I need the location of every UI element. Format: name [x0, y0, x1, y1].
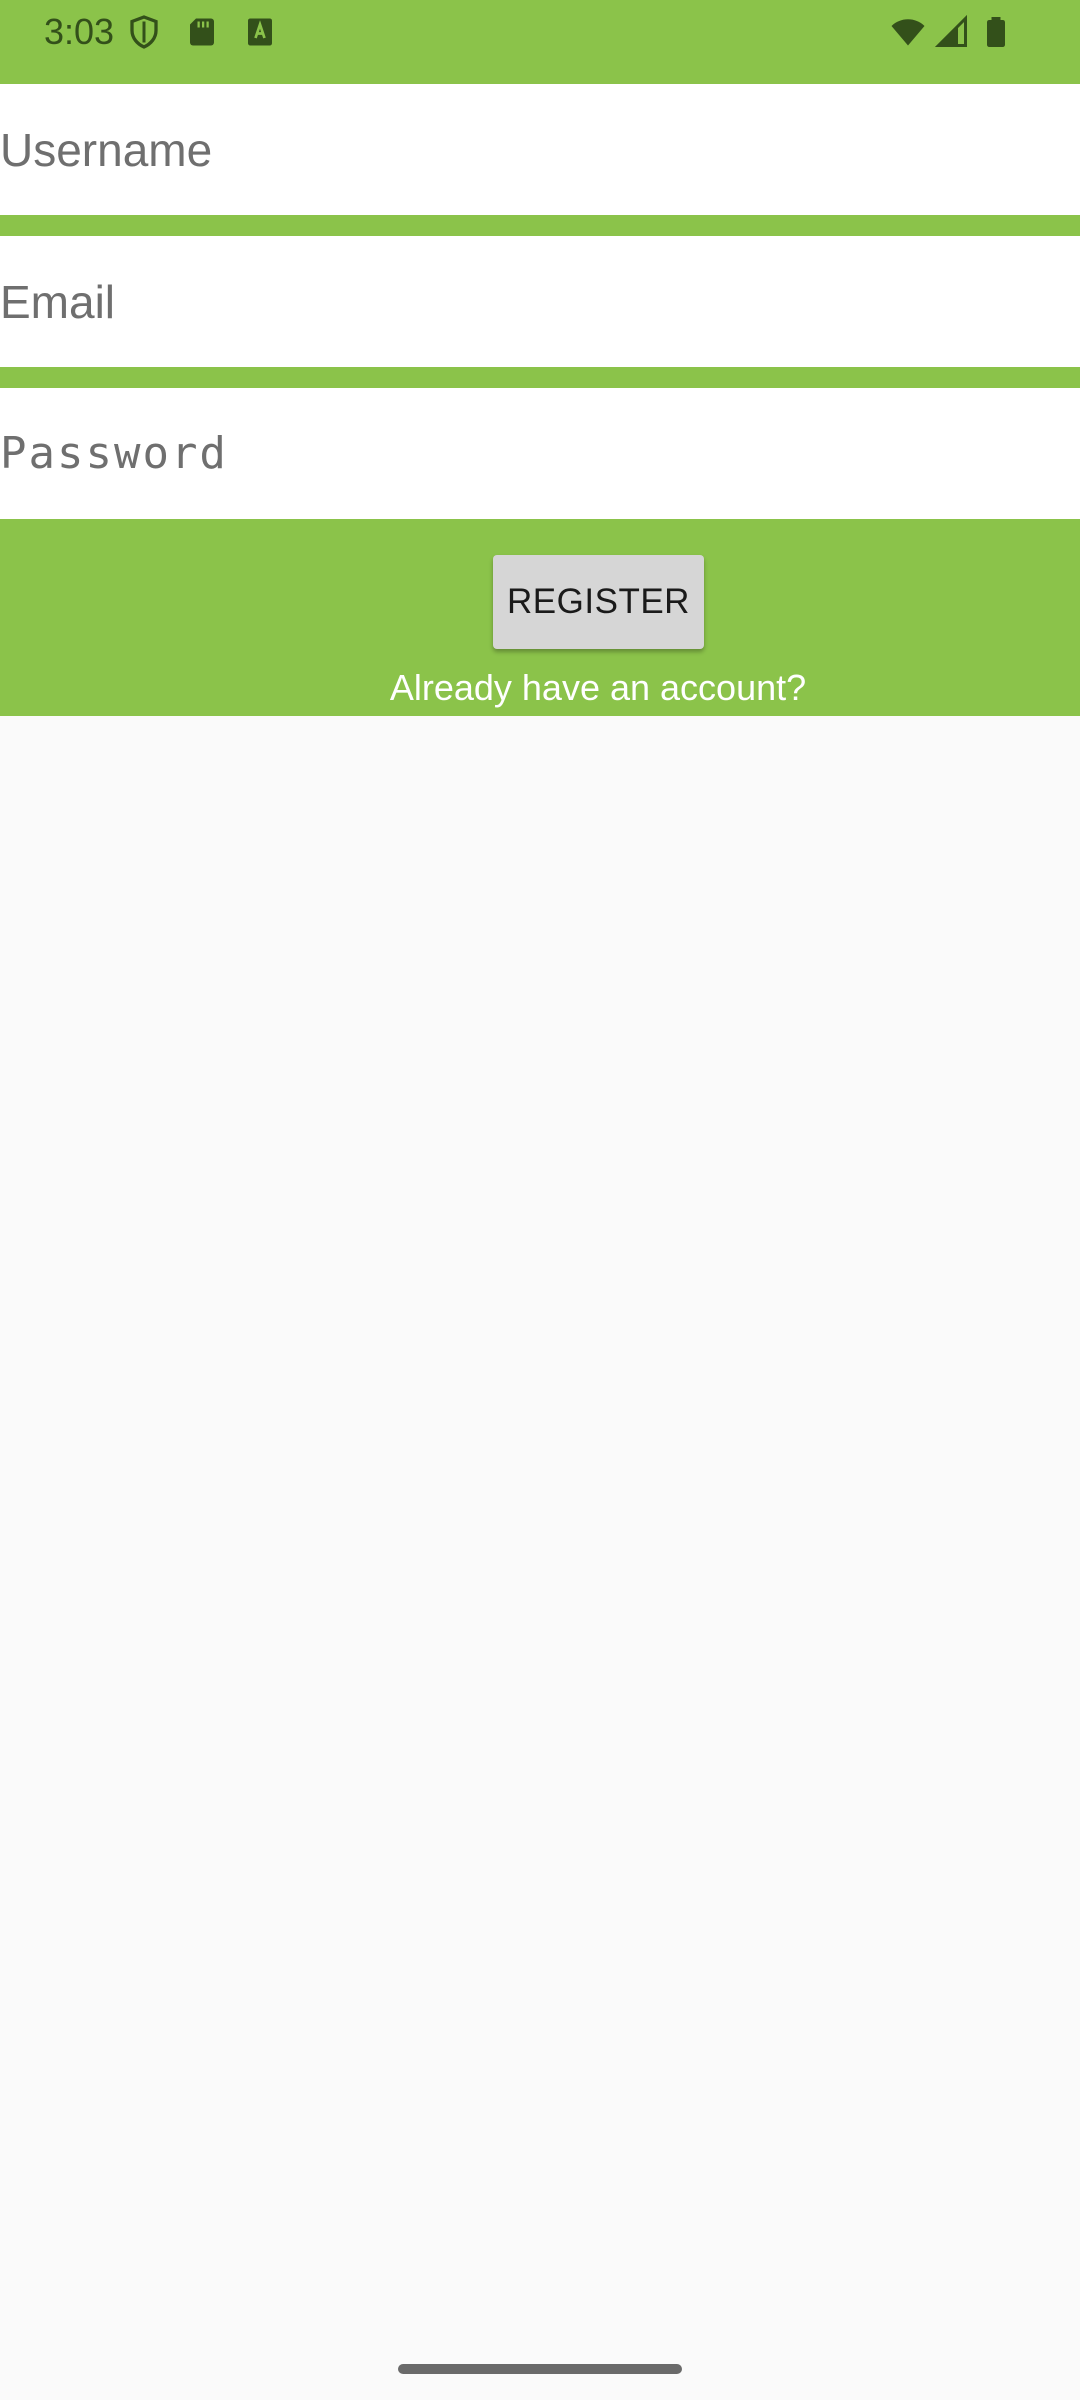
password-field-container: [0, 388, 1080, 519]
username-field-container: [0, 84, 1080, 215]
status-bar: 3:03: [0, 0, 1080, 84]
sd-card-icon: [184, 14, 220, 50]
wifi-icon: [888, 14, 928, 50]
battery-icon: [978, 14, 1014, 50]
cell-signal-icon: [934, 14, 970, 50]
divider-strip: [0, 367, 1080, 388]
register-screen: 3:03 REGISTER Alre: [0, 0, 1080, 2400]
email-input[interactable]: [0, 236, 1080, 367]
home-indicator[interactable]: [398, 2364, 682, 2374]
divider-strip: [0, 215, 1080, 236]
login-link-wrap: Already have an account?: [0, 519, 1080, 716]
password-input[interactable]: [0, 388, 1080, 519]
keyboard-a-icon: [242, 14, 278, 50]
shield-icon: [126, 14, 162, 50]
status-time: 3:03: [44, 11, 115, 52]
email-field-container: [0, 236, 1080, 367]
action-panel: REGISTER Already have an account?: [0, 519, 1080, 716]
username-input[interactable]: [0, 84, 1080, 215]
login-link[interactable]: Already have an account?: [0, 665, 1080, 711]
